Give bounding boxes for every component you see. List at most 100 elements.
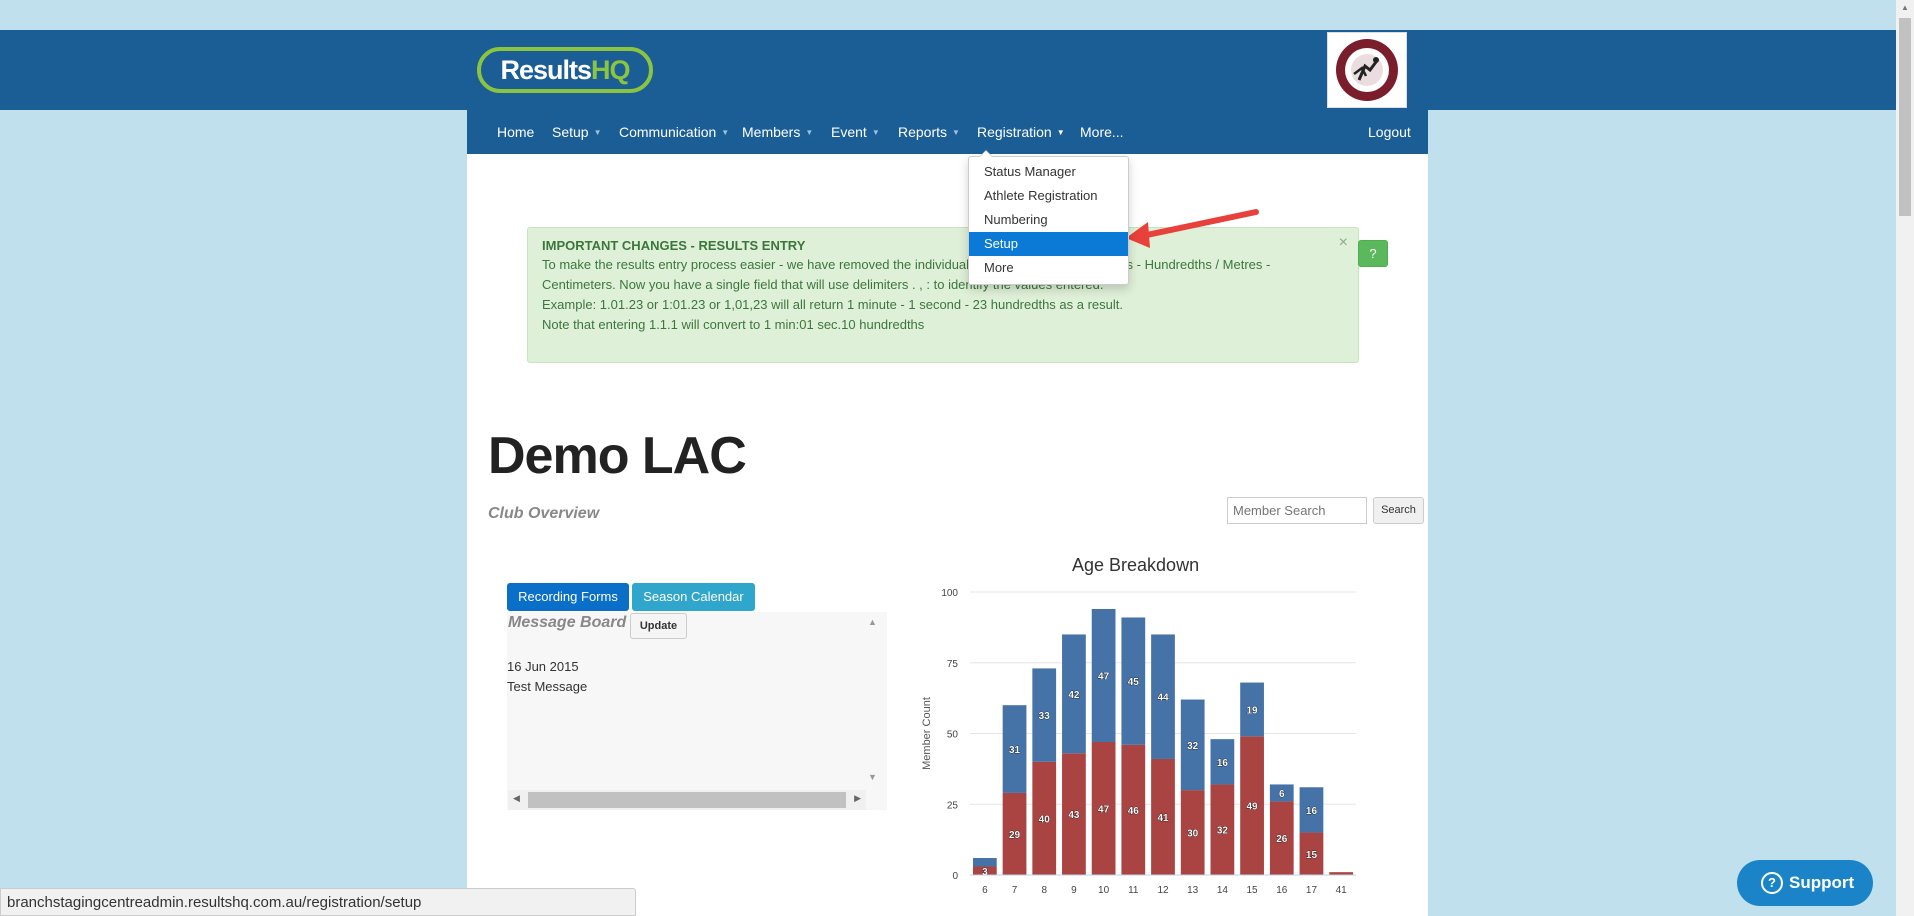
message-board-panel <box>507 612 887 810</box>
alert-line: Example: 1.01.23 or 1:01.23 or 1,01,23 w… <box>542 297 1124 312</box>
data-label: 31 <box>1009 745 1021 756</box>
x-tick-label: 11 <box>1128 885 1139 896</box>
nav-more[interactable]: More... <box>1080 110 1124 154</box>
x-tick-label: 9 <box>1071 885 1077 896</box>
caret-down-icon: ▼ <box>593 128 602 138</box>
nav-logout[interactable]: Logout <box>1368 110 1411 154</box>
data-label: 49 <box>1247 802 1259 813</box>
message-text: Test Message <box>507 679 588 694</box>
menu-item-numbering[interactable]: Numbering <box>969 208 1128 232</box>
data-label: 32 <box>1187 741 1199 752</box>
update-button[interactable]: Update <box>630 613 687 639</box>
x-tick-label: 15 <box>1247 885 1259 896</box>
nav-home[interactable]: Home <box>497 110 534 154</box>
nav-setup[interactable]: Setup ▼ <box>552 110 602 154</box>
help-button[interactable]: ? <box>1358 240 1388 267</box>
nav-communication[interactable]: Communication ▼ <box>619 110 729 154</box>
y-tick-label: 25 <box>947 800 959 811</box>
status-bar-url: branchstagingcentreadmin.resultshq.com.a… <box>0 888 636 916</box>
data-label: 46 <box>1128 806 1140 817</box>
x-tick-label: 12 <box>1157 885 1169 896</box>
scroll-down-icon[interactable]: ▼ <box>868 772 877 782</box>
red-arrow-annotation <box>1126 209 1259 248</box>
data-label: 32 <box>1217 826 1229 837</box>
nav-reports[interactable]: Reports ▼ <box>898 110 960 154</box>
alert-line: Note that entering 1.1.1 will convert to… <box>542 317 925 332</box>
top-header: Results HQ <box>0 30 1896 110</box>
y-tick-label: 0 <box>952 871 958 882</box>
y-axis-label: Member Count <box>921 697 933 770</box>
message-board-title: Message Board <box>508 614 627 631</box>
scroll-left-icon[interactable]: ◀ <box>513 793 520 804</box>
data-label: 30 <box>1187 829 1199 840</box>
page-subtitle: Club Overview <box>488 505 600 522</box>
support-label: Support <box>1789 873 1855 892</box>
nav-registration[interactable]: Registration ▼ <box>977 110 1065 154</box>
x-tick-label: 41 <box>1336 885 1348 896</box>
recording-forms-button[interactable]: Recording Forms <box>507 583 629 611</box>
scroll-up-icon[interactable]: ▲ <box>1901 3 1909 12</box>
x-tick-label: 14 <box>1217 885 1229 896</box>
logo-text-hq: HQ <box>591 54 630 85</box>
caret-down-icon: ▼ <box>805 128 814 138</box>
search-button[interactable]: Search <box>1373 497 1424 524</box>
data-label: 44 <box>1157 693 1169 704</box>
scroll-right-icon[interactable]: ▶ <box>854 793 861 804</box>
x-tick-label: 8 <box>1041 885 1047 896</box>
data-label: 15 <box>1306 850 1318 861</box>
x-tick-label: 6 <box>982 885 988 896</box>
close-icon[interactable]: × <box>1339 234 1348 252</box>
logo-text: Results <box>500 54 592 85</box>
data-label: 19 <box>1247 705 1259 716</box>
page-scrollbar-thumb[interactable] <box>1899 18 1911 216</box>
page-scrollbar[interactable]: ▲ <box>1896 0 1914 916</box>
data-label: 40 <box>1039 814 1051 825</box>
age-breakdown-chart: 0 25 50 75 100 Member Count 3 6 29 31 7 40 33 8 43 42 9 4… <box>921 588 1356 896</box>
menu-item-status-manager[interactable]: Status Manager <box>969 160 1128 184</box>
resultshq-logo[interactable]: Results HQ <box>477 47 653 93</box>
data-label: 43 <box>1068 810 1080 821</box>
menu-item-more[interactable]: More <box>969 256 1128 280</box>
scrollbar-thumb[interactable] <box>528 792 846 808</box>
data-label: 6 <box>1279 789 1285 800</box>
x-tick-label: 17 <box>1306 885 1318 896</box>
caret-down-icon: ▼ <box>1056 128 1065 138</box>
data-label: 42 <box>1068 690 1080 701</box>
data-label: 33 <box>1039 711 1051 722</box>
scroll-up-icon[interactable]: ▲ <box>868 617 877 627</box>
caret-down-icon: ▼ <box>871 128 880 138</box>
y-tick-label: 50 <box>947 730 959 741</box>
registration-dropdown: Status Manager Athlete Registration Numb… <box>968 150 1129 285</box>
x-tick-label: 10 <box>1098 885 1110 896</box>
page-title: Demo LAC <box>488 427 747 485</box>
data-label: 45 <box>1128 677 1140 688</box>
season-calendar-button[interactable]: Season Calendar <box>632 583 755 611</box>
data-label: 41 <box>1157 813 1169 824</box>
caret-down-icon: ▼ <box>952 128 960 138</box>
nav-members[interactable]: Members ▼ <box>742 110 813 154</box>
main-nav: Home Setup ▼ Communication ▼ Members ▼ Even… <box>467 110 1428 154</box>
horizontal-scrollbar[interactable]: ◀ ▶ <box>508 790 866 810</box>
data-label: 3 <box>982 867 988 878</box>
caret-down-icon: ▼ <box>721 128 730 138</box>
y-tick-label: 75 <box>947 659 959 670</box>
chart-title: Age Breakdown <box>1072 555 1200 575</box>
message-date: 16 Jun 2015 <box>507 659 579 674</box>
member-search-input[interactable] <box>1227 497 1367 524</box>
data-label: 29 <box>1009 830 1021 841</box>
x-tick-label: 7 <box>1012 885 1018 896</box>
alert-line: Centimeters. Now you have a single field… <box>542 277 1104 292</box>
x-tick-label: 13 <box>1187 885 1199 896</box>
data-label: 26 <box>1276 834 1288 845</box>
club-badge-icon <box>1327 32 1407 108</box>
data-label: 47 <box>1098 671 1110 682</box>
x-tick-label: 16 <box>1276 885 1288 896</box>
data-label: 16 <box>1217 758 1229 769</box>
nav-event[interactable]: Event ▼ <box>831 110 880 154</box>
data-label: 47 <box>1098 804 1110 815</box>
menu-item-setup[interactable]: Setup <box>969 232 1128 256</box>
menu-item-athlete-registration[interactable]: Athlete Registration <box>969 184 1128 208</box>
y-tick-label: 100 <box>941 588 958 599</box>
bar-segment <box>972 858 997 867</box>
support-button[interactable]: ? Support <box>1737 860 1873 906</box>
